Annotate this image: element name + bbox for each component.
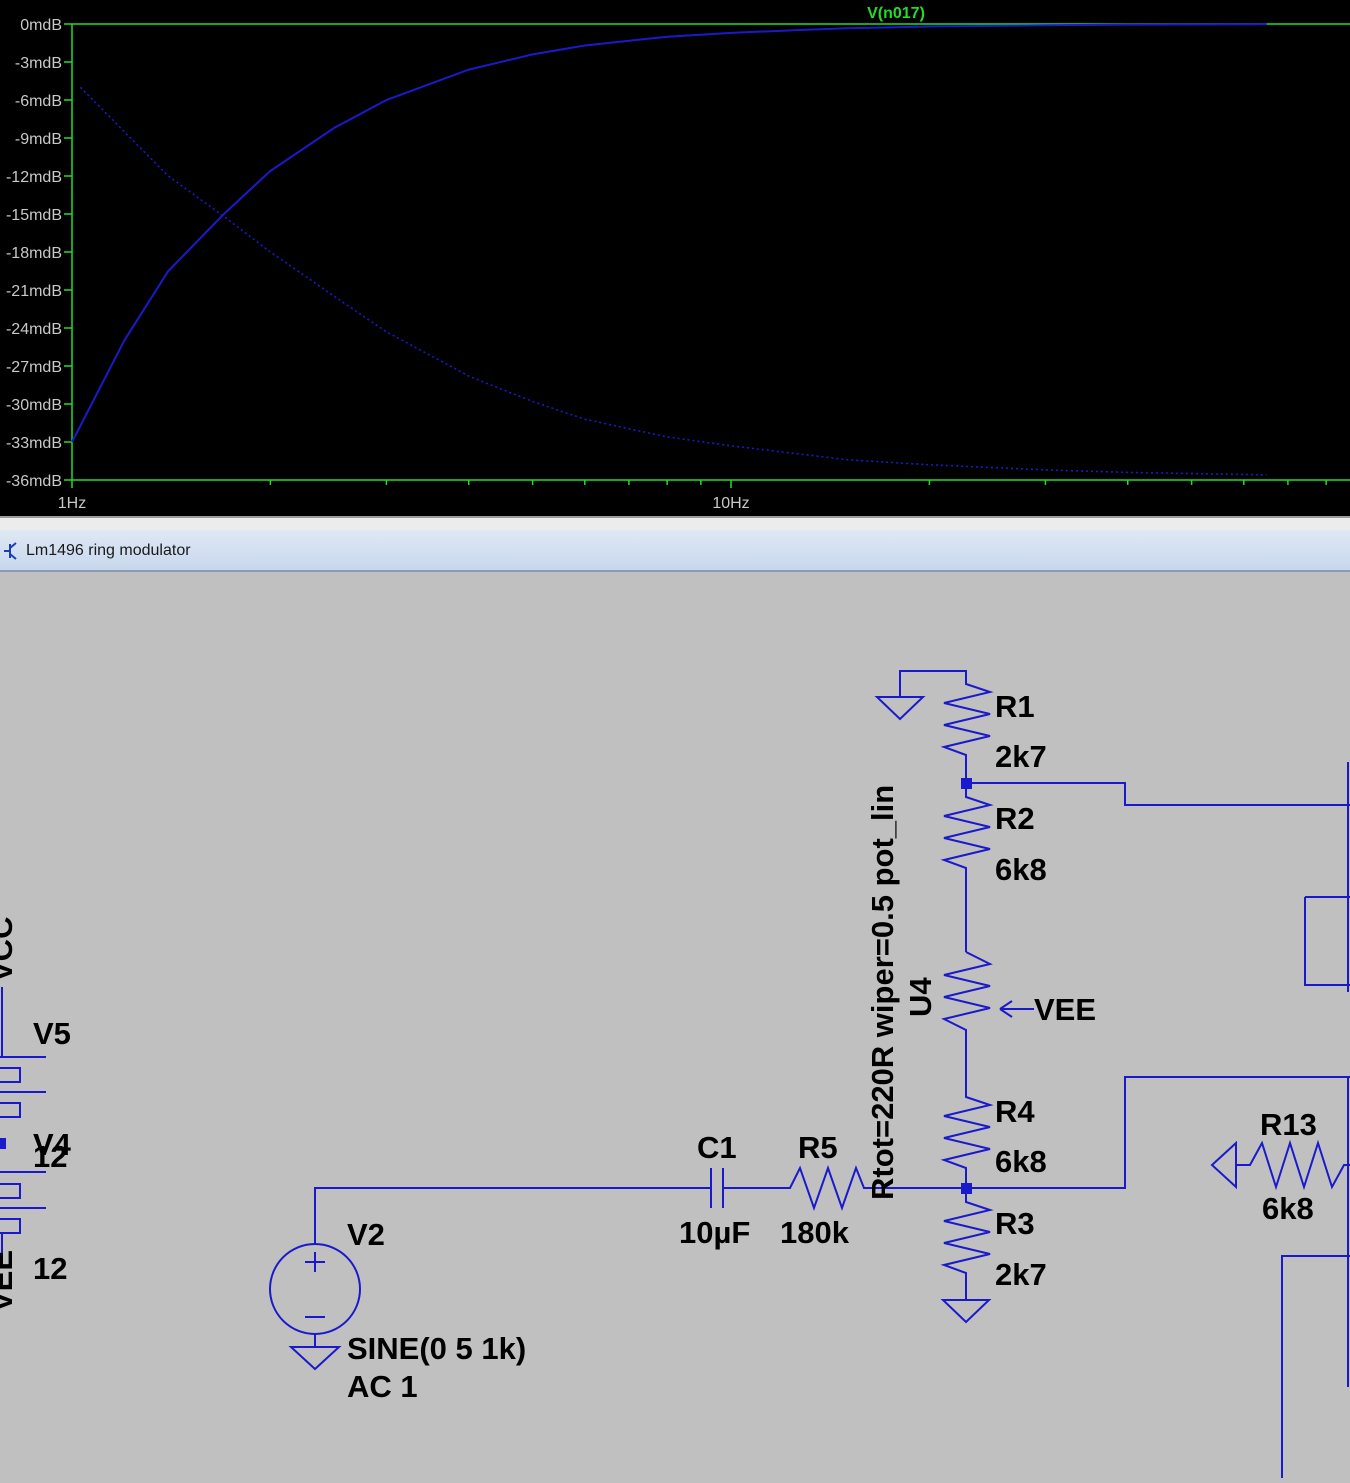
battery-v4[interactable] xyxy=(0,1171,46,1234)
y-tick-label: -30mdB xyxy=(6,397,62,414)
ground-symbol xyxy=(288,1346,342,1371)
y-tick-label: -3mdB xyxy=(15,55,62,72)
wire[interactable] xyxy=(899,670,967,697)
y-tick-label: 0mdB xyxy=(20,17,62,34)
schematic-titlebar[interactable]: Lm1496 ring modulator xyxy=(0,530,1350,572)
r5-value[interactable]: 180k xyxy=(780,1215,850,1250)
resistor-r5[interactable] xyxy=(723,1164,966,1212)
y-tick-label: -6mdB xyxy=(15,93,62,110)
u4-params[interactable]: Rtot=220R wiper=0.5 pot_lin xyxy=(865,785,900,1200)
vcc-net-label[interactable]: VCC xyxy=(0,917,19,982)
resistor-r3[interactable] xyxy=(940,1188,994,1300)
plus-sign-icon xyxy=(305,1252,325,1272)
y-tick-label: -12mdB xyxy=(6,169,62,186)
vee-left-net-label[interactable]: VEE xyxy=(0,1250,19,1312)
y-tick-label: -27mdB xyxy=(6,359,62,376)
r5-name[interactable]: R5 xyxy=(798,1130,838,1165)
potentiometer-u4[interactable] xyxy=(941,951,993,1089)
ground-symbol xyxy=(940,1299,992,1324)
resistor-r13[interactable] xyxy=(1236,1139,1350,1191)
vee-net-label[interactable]: VEE xyxy=(1034,992,1096,1027)
capacitor-c1[interactable] xyxy=(710,1168,724,1208)
wire[interactable] xyxy=(1304,896,1350,986)
vee-arrow xyxy=(999,1000,1034,1018)
x-tick-label: 10Hz xyxy=(712,495,749,512)
waveform-plot-svg[interactable]: 0mdB -3mdB -6mdB -9mdB -12mdB -15mdB -18… xyxy=(0,0,1350,516)
schematic-svg[interactable]: R1 2k7 R2 6k8 VEE R4 6k8 R3 2k7 Rtot=220… xyxy=(0,572,1350,1478)
trace-label[interactable]: V(n017) xyxy=(867,5,925,22)
battery-v5[interactable] xyxy=(0,1056,46,1118)
v5-name[interactable]: V5 xyxy=(33,1016,71,1051)
c1-value[interactable]: 10µF xyxy=(679,1215,750,1250)
r13-value[interactable]: 6k8 xyxy=(1262,1191,1314,1226)
resistor-r1[interactable] xyxy=(940,677,994,783)
y-tick-label: -33mdB xyxy=(6,435,62,452)
y-tick-label: -18mdB xyxy=(6,245,62,262)
junction-dot xyxy=(961,778,972,789)
series-phase-line xyxy=(79,86,1267,476)
r2-value[interactable]: 6k8 xyxy=(995,852,1047,887)
ground-symbol xyxy=(1210,1140,1237,1190)
r1-name[interactable]: R1 xyxy=(995,689,1035,724)
y-ticks: 0mdB -3mdB -6mdB -9mdB -12mdB -15mdB -18… xyxy=(6,17,62,490)
v2-name[interactable]: V2 xyxy=(347,1217,385,1252)
y-tick-marks xyxy=(64,23,72,481)
series-layer xyxy=(71,23,1267,476)
resistor-r4[interactable] xyxy=(940,1089,994,1188)
r4-name[interactable]: R4 xyxy=(995,1094,1035,1129)
junction-dot xyxy=(961,1183,972,1194)
waveform-plot[interactable]: 0mdB -3mdB -6mdB -9mdB -12mdB -15mdB -18… xyxy=(0,0,1350,516)
y-tick-label: -9mdB xyxy=(15,131,62,148)
r2-name[interactable]: R2 xyxy=(995,801,1035,836)
x-tick-label: 1Hz xyxy=(58,495,86,512)
y-tick-label: -15mdB xyxy=(6,207,62,224)
c1-name[interactable]: C1 xyxy=(697,1130,737,1165)
r3-name[interactable]: R3 xyxy=(995,1206,1035,1241)
window-title: Lm1496 ring modulator xyxy=(26,542,191,559)
schematic-canvas[interactable]: R1 2k7 R2 6k8 VEE R4 6k8 R3 2k7 Rtot=220… xyxy=(0,572,1350,1478)
v2-spec[interactable]: SINE(0 5 1k) xyxy=(347,1331,526,1366)
y-tick-label: -24mdB xyxy=(6,321,62,338)
v5-value[interactable]: 12 xyxy=(33,1139,67,1174)
y-tick-label: -21mdB xyxy=(6,283,62,300)
plot-axes xyxy=(71,23,1350,481)
v4-value[interactable]: 12 xyxy=(33,1251,67,1286)
y-tick-label: -36mdB xyxy=(6,473,62,490)
ground-symbol xyxy=(874,696,926,721)
r13-name[interactable]: R13 xyxy=(1260,1107,1317,1142)
r3-value[interactable]: 2k7 xyxy=(995,1257,1047,1292)
wire[interactable] xyxy=(1281,1255,1350,1478)
resistor-r2[interactable] xyxy=(940,783,994,952)
schematic-icon xyxy=(4,542,17,560)
v2-ac[interactable]: AC 1 xyxy=(347,1369,418,1404)
r1-value[interactable]: 2k7 xyxy=(995,739,1047,774)
series-magnitude-line xyxy=(71,23,1267,443)
x-tick-marks xyxy=(71,480,1327,488)
u4-name[interactable]: U4 xyxy=(903,977,938,1017)
junction-dot xyxy=(0,1138,6,1149)
pane-splitter[interactable] xyxy=(0,516,1350,530)
r4-value[interactable]: 6k8 xyxy=(995,1144,1047,1179)
